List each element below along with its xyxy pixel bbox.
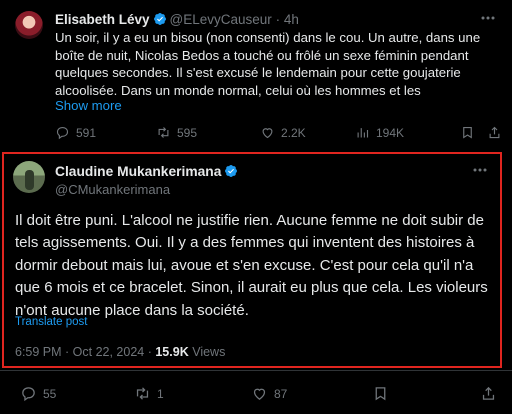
- share-icon: [489, 126, 500, 139]
- tweet-text: Il doit être puni. L'alcool ne justifie …: [15, 212, 488, 319]
- action-bar: 55 1 87: [20, 385, 505, 403]
- like-icon: [253, 388, 266, 400]
- reply-button[interactable]: 591: [55, 125, 96, 140]
- reply-count: 591: [76, 125, 97, 140]
- views-icon: [357, 128, 369, 138]
- verified-badge-icon: [225, 165, 238, 177]
- share-button[interactable]: [487, 125, 502, 140]
- like-button[interactable]: 87: [251, 385, 287, 402]
- bookmark-icon: [375, 387, 386, 401]
- repost-count: 1: [157, 386, 164, 401]
- bookmark-icon: [463, 126, 472, 139]
- reply-button[interactable]: 55: [20, 385, 56, 402]
- bookmark-button[interactable]: [372, 385, 389, 402]
- action-bar: 591 595 2.2K 194K: [55, 125, 505, 143]
- tweet-meta: 6:59 PM · Oct 22, 2024 · 15.9K Views: [15, 345, 225, 359]
- views-button[interactable]: 194K: [355, 125, 404, 140]
- reply-icon: [22, 387, 35, 402]
- separator: ·: [275, 12, 281, 27]
- repost-icon: [136, 387, 149, 400]
- author-handle[interactable]: @ELevyCauseur: [170, 12, 272, 27]
- repost-button[interactable]: 595: [156, 125, 197, 140]
- repost-button[interactable]: 1: [134, 385, 164, 402]
- repost-count: 595: [177, 125, 198, 140]
- views-count: 15.9K: [155, 345, 189, 359]
- avatar[interactable]: [13, 161, 45, 193]
- author-line: Claudine Mukankerimana: [55, 164, 241, 179]
- repost-icon: [158, 127, 169, 138]
- highlighted-tweet[interactable]: Claudine Mukankerimana @CMukankerimana I…: [2, 152, 502, 368]
- like-icon: [262, 128, 273, 139]
- like-button[interactable]: 2.2K: [260, 125, 306, 140]
- author-name[interactable]: Elisabeth Lévy: [55, 12, 150, 27]
- like-count: 87: [274, 386, 288, 401]
- reply-count: 55: [43, 386, 57, 401]
- tweet-time[interactable]: 4h: [284, 12, 299, 27]
- tweet-header: Elisabeth Lévy @ELevyCauseur · 4h: [55, 12, 299, 27]
- views-count: 194K: [376, 125, 405, 140]
- verified-badge-icon: [153, 13, 166, 25]
- author-name[interactable]: Claudine Mukankerimana: [55, 164, 221, 179]
- views-label: Views: [192, 345, 226, 359]
- tweet-timestamp[interactable]: 6:59 PM · Oct 22, 2024 ·: [15, 345, 155, 359]
- like-count: 2.2K: [281, 125, 306, 140]
- translate-link[interactable]: Translate post: [15, 316, 87, 328]
- more-icon[interactable]: [470, 162, 490, 178]
- bookmark-button[interactable]: [460, 125, 475, 140]
- parent-tweet[interactable]: Elisabeth Lévy @ELevyCauseur · 4h Un soir…: [0, 0, 512, 152]
- avatar[interactable]: [15, 11, 43, 39]
- show-more-link[interactable]: Show more: [55, 98, 122, 113]
- author-handle[interactable]: @CMukankerimana: [55, 182, 170, 197]
- divider: [0, 370, 512, 371]
- share-icon: [482, 386, 495, 400]
- reply-icon: [56, 126, 69, 140]
- share-button[interactable]: [480, 385, 497, 402]
- more-icon[interactable]: [478, 10, 498, 26]
- tweet-text: Un soir, il y a eu un bisou (non consent…: [55, 30, 481, 98]
